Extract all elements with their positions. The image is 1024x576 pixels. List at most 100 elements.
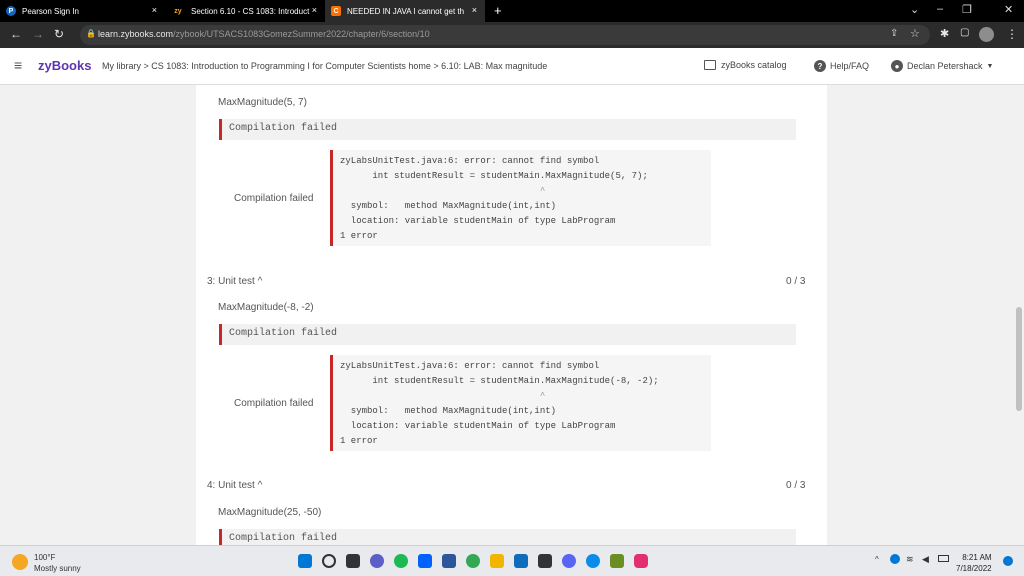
bookmark-star-icon[interactable]: ☆ [910,27,920,40]
user-menu[interactable]: ● Declan Petershack ▼ [891,60,993,72]
error-line: symbol: method MaxMagnitude(int,int) [340,406,557,416]
error-line: int studentResult = studentMain.MaxMagni… [340,376,659,386]
unit-test-3-toggle[interactable]: 3: Unit test ^ [207,276,262,287]
sidebar-icon[interactable]: ▢ [960,27,969,38]
forward-arrow-icon[interactable]: → [32,27,44,41]
user-name: Declan Petershack [907,61,983,71]
unit-test-4-toggle[interactable]: 4: Unit test ^ [207,480,262,491]
wifi-icon[interactable]: ≋ [906,554,914,565]
scrollbar-thumb[interactable] [1016,307,1022,411]
compilation-failed-text: Compilation failed [229,533,338,544]
back-arrow-icon[interactable]: ← [10,27,22,41]
vpn-icon[interactable] [538,554,552,568]
word-icon[interactable] [442,554,456,568]
catalog-icon [704,60,716,70]
file-explorer-icon[interactable] [490,554,504,568]
close-window-icon[interactable]: ✕ [1004,3,1013,16]
unit-test-4-score: 0 / 3 [786,480,806,491]
zybooks-favicon-icon: zy [174,7,182,15]
url-host: learn.zybooks.com [98,29,174,39]
chrome-icon[interactable] [466,554,480,568]
minimize-icon[interactable]: – [937,3,943,15]
tab-zybooks-section[interactable]: zy Section 6.10 - CS 1083: Introduct × [165,0,325,22]
compilation-failed-bar: Compilation failed [219,529,796,545]
spotify-icon[interactable] [394,554,408,568]
weather-desc: Mostly sunny [34,564,81,573]
error-line: symbol: method MaxMagnitude(int,int) [340,201,557,211]
tab-chegg-question[interactable]: C NEEDED IN JAVA I cannot get th × [325,0,485,22]
edge-icon[interactable] [586,554,600,568]
reload-icon[interactable]: ↻ [54,27,64,41]
windows-start-icon[interactable] [298,554,312,568]
chegg-favicon-icon: C [331,6,341,16]
notification-badge[interactable] [1003,556,1013,566]
error-line: zyLabsUnitTest.java:6: error: cannot fin… [340,361,600,371]
tab-pearson[interactable]: P Pearson Sign In × [0,0,165,22]
clock-date: 7/18/2022 [956,564,992,573]
error-line: 1 error [340,436,378,446]
weather-sun-icon[interactable] [12,554,28,570]
error-line: zyLabsUnitTest.java:6: error: cannot fin… [340,156,600,166]
share-icon[interactable]: ⇪ [890,28,898,39]
error-line: 1 error [340,231,378,241]
help-label: Help/FAQ [830,61,870,71]
error-line: location: variable studentMain of type L… [340,421,616,431]
taskbar-clock[interactable]: 8:21 AM 7/18/2022 [956,552,992,574]
weather-widget[interactable]: 100°F Mostly sunny [34,552,81,574]
tray-chevron-up-icon[interactable]: ^ [875,555,879,564]
compiler-error-box: zyLabsUnitTest.java:6: error: cannot fin… [330,355,711,451]
compiler-error-box: zyLabsUnitTest.java:6: error: cannot fin… [330,150,711,246]
compilation-failed-bar: Compilation failed [219,119,796,140]
search-icon[interactable] [322,554,336,568]
profile-avatar[interactable] [979,27,994,42]
new-tab-button[interactable]: + [494,3,502,18]
zybooks-header: ≡ zyBooks My library > CS 1083: Introduc… [0,48,1024,85]
volume-icon[interactable]: ◀ [922,554,929,565]
store-icon[interactable] [514,554,528,568]
output-side-label: Compilation failed [234,398,314,409]
clock-time: 8:21 AM [962,553,992,562]
test-input-call: MaxMagnitude(-8, -2) [218,302,314,313]
browser-menu-icon[interactable]: ⋮ [1006,27,1018,41]
catalog-label: zyBooks catalog [721,60,787,70]
zybooks-logo[interactable]: zyBooks [38,58,91,73]
compilation-failed-text: Compilation failed [229,328,338,339]
lock-icon[interactable]: 🔒 [86,29,96,38]
error-caret: ^ [340,186,546,196]
url-text: learn.zybooks.com/zybook/UTSACS1083Gomez… [98,29,430,39]
restore-icon[interactable]: ❐ [962,3,972,16]
tab-search-chevron-icon[interactable]: ⌄ [910,3,919,16]
minecraft-icon[interactable] [610,554,624,568]
chevron-down-icon: ▼ [986,62,994,70]
catalog-link[interactable]: zyBooks catalog [704,60,787,70]
pearson-favicon-icon: P [6,6,16,16]
hamburger-menu-icon[interactable]: ≡ [14,57,22,73]
extensions-icon[interactable]: ✱ [940,27,949,40]
close-tab-icon[interactable]: × [312,5,317,15]
help-icon: ? [814,60,826,72]
compiler-error-text: zyLabsUnitTest.java:6: error: cannot fin… [340,359,659,449]
discord-icon[interactable] [562,554,576,568]
error-caret: ^ [340,391,546,401]
compilation-failed-bar: Compilation failed [219,324,796,345]
help-link[interactable]: ? Help/FAQ [814,60,869,72]
chat-icon[interactable] [370,554,384,568]
output-side-label: Compilation failed [234,193,314,204]
battery-icon[interactable] [938,555,949,562]
breadcrumb[interactable]: My library > CS 1083: Introduction to Pr… [102,61,547,71]
tab-label: Section 6.10 - CS 1083: Introduct [191,6,310,16]
close-tab-icon[interactable]: × [472,5,477,15]
task-view-icon[interactable] [346,554,360,568]
error-line: int studentResult = studentMain.MaxMagni… [340,171,648,181]
user-icon: ● [891,60,903,72]
browser-toolbar: ← → ↻ 🔒 learn.zybooks.com/zybook/UTSACS1… [0,22,1024,48]
compiler-error-text: zyLabsUnitTest.java:6: error: cannot fin… [340,154,648,244]
instagram-icon[interactable] [634,554,648,568]
compilation-failed-text: Compilation failed [229,123,338,134]
address-bar[interactable]: 🔒 learn.zybooks.com/zybook/UTSACS1083Gom… [80,25,930,45]
onedrive-icon[interactable] [890,554,900,564]
dropbox-icon[interactable] [418,554,432,568]
close-tab-icon[interactable]: × [152,5,157,15]
test-input-call: MaxMagnitude(5, 7) [218,97,307,108]
test-input-call: MaxMagnitude(25, -50) [218,507,322,518]
